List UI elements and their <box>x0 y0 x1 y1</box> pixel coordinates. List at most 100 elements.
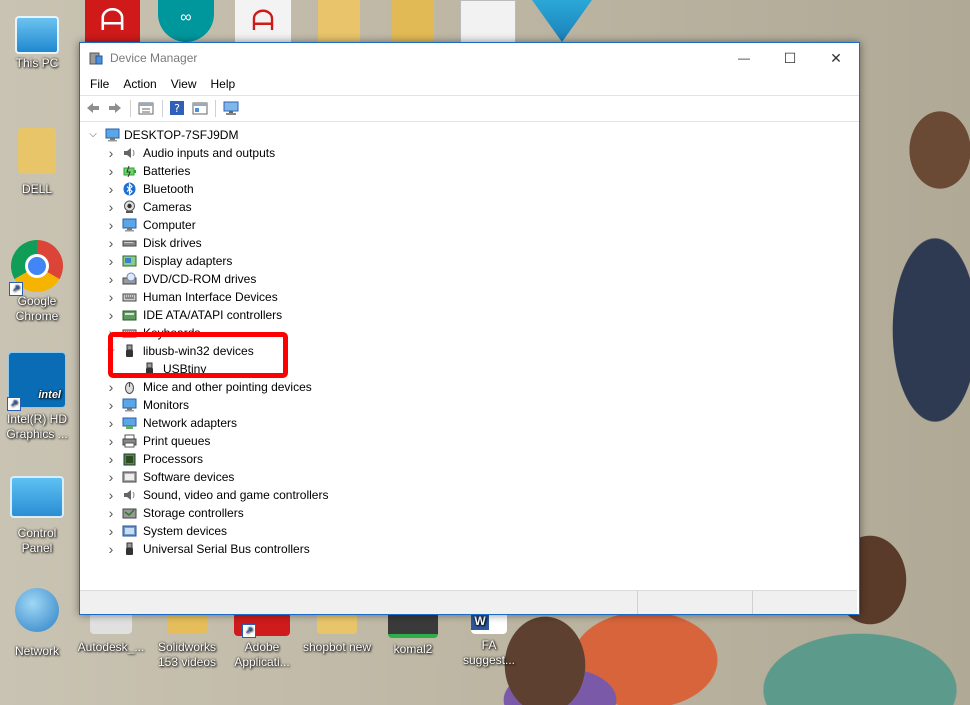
chevron-down-icon[interactable]: ⌵ <box>88 126 98 144</box>
title-bar[interactable]: Device Manager — ☐ ✕ <box>80 43 859 73</box>
tree-item-label: Batteries <box>143 164 191 178</box>
desktop-icon-label: DELL <box>21 182 53 196</box>
desktop-icon-label: Adobe Applicati... <box>234 640 290 669</box>
tree-item[interactable]: › Bluetooth <box>80 180 857 198</box>
menu-view[interactable]: View <box>164 73 204 95</box>
tree-item[interactable]: › Network adapters <box>80 414 857 432</box>
tree-item[interactable]: › Disk drives <box>80 234 857 252</box>
image-file-icon[interactable] <box>460 0 516 44</box>
desktop-icon-control-panel[interactable]: Control Panel <box>0 476 74 556</box>
maximize-button[interactable]: ☐ <box>767 43 813 73</box>
menu-file[interactable]: File <box>83 73 116 95</box>
scan-hardware-grid-icon[interactable] <box>192 100 208 116</box>
tree-item[interactable]: › Batteries <box>80 162 857 180</box>
chevron-right-icon[interactable]: › <box>106 306 116 324</box>
acrobat-icon[interactable]: ᗩ <box>85 0 140 42</box>
tree-item-label: Software devices <box>143 470 235 484</box>
desktop-icon-fa-suggest[interactable]: W FA suggest... <box>452 612 526 668</box>
properties-grid-icon[interactable] <box>138 100 154 116</box>
chevron-right-icon[interactable]: › <box>106 540 116 558</box>
shortcut-arrow-icon: ↗ <box>9 282 23 296</box>
processor-icon <box>123 453 136 466</box>
software-device-icon <box>122 471 137 483</box>
tree-item[interactable]: › Monitors <box>80 396 857 414</box>
tree-item-label: Network adapters <box>143 416 238 430</box>
minimize-button[interactable]: — <box>721 43 767 73</box>
desktop-icon-network[interactable]: Network <box>0 588 74 659</box>
tree-item[interactable]: › Storage controllers <box>80 504 857 522</box>
chevron-right-icon[interactable]: › <box>106 486 116 504</box>
tree-item[interactable]: › Processors <box>80 450 857 468</box>
network-adapter-icon <box>122 417 137 429</box>
chevron-right-icon[interactable]: › <box>106 522 116 540</box>
chevron-right-icon[interactable]: › <box>106 450 116 468</box>
chevron-right-icon[interactable]: › <box>106 144 116 162</box>
forward-arrow-icon[interactable] <box>107 100 123 116</box>
desktop-icon-autodesk[interactable]: Autodesk_... <box>74 612 148 655</box>
chevron-right-icon[interactable]: › <box>106 270 116 288</box>
tree-item-label: Display adapters <box>143 254 233 268</box>
desktop-icon-label: komal2 <box>393 642 433 656</box>
tree-item[interactable]: › IDE ATA/ATAPI controllers <box>80 306 857 324</box>
tree-item-label: System devices <box>143 524 228 538</box>
desktop-icon-solidworks-videos[interactable]: Solidworks 153 videos <box>150 612 224 670</box>
tree-item[interactable]: › Computer <box>80 216 857 234</box>
usb-plug-icon <box>126 542 133 555</box>
chevron-right-icon[interactable]: › <box>106 396 116 414</box>
tree-item[interactable]: › Cameras <box>80 198 857 216</box>
bluetooth-icon <box>123 182 136 196</box>
speaker-icon <box>124 148 135 158</box>
desktop-icon-dell[interactable]: DELL <box>0 128 74 197</box>
desktop-icon-this-pc[interactable]: This PC <box>0 12 74 71</box>
tree-item[interactable]: › System devices <box>80 522 857 540</box>
tree-item[interactable]: › Mice and other pointing devices <box>80 378 857 396</box>
monitor-scan-icon[interactable] <box>223 100 239 116</box>
tree-item[interactable]: › Display adapters <box>80 252 857 270</box>
chevron-right-icon[interactable]: › <box>106 432 116 450</box>
tree-item[interactable]: › DVD/CD-ROM drives <box>80 270 857 288</box>
menu-help[interactable]: Help <box>204 73 243 95</box>
menu-action[interactable]: Action <box>116 73 163 95</box>
chevron-right-icon[interactable]: › <box>106 180 116 198</box>
mouse-icon <box>125 382 134 394</box>
tree-item[interactable]: › Human Interface Devices <box>80 288 857 306</box>
chevron-right-icon[interactable]: › <box>106 198 116 216</box>
tree-item[interactable]: › Universal Serial Bus controllers <box>80 540 857 558</box>
tree-item[interactable]: › Sound, video and game controllers <box>80 486 857 504</box>
pdf-file-icon[interactable]: ᗩ <box>235 0 291 42</box>
chevron-right-icon[interactable]: › <box>106 414 116 432</box>
folder-icon[interactable] <box>392 0 434 42</box>
red-highlight-box <box>108 332 288 378</box>
desktop-icon-google-chrome[interactable]: ↗ Google Chrome <box>0 240 74 324</box>
chevron-right-icon[interactable]: › <box>106 162 116 180</box>
arduino-icon[interactable]: ∞ <box>158 0 214 42</box>
tree-item-label: Computer <box>143 218 196 232</box>
help-icon[interactable]: ? <box>169 100 185 116</box>
ide-controller-icon <box>122 310 137 321</box>
tree-root[interactable]: ⌵ DESKTOP-7SFJ9DM <box>80 126 857 144</box>
desktop-icon-komal2[interactable]: komal2 <box>376 612 450 657</box>
tree-item[interactable]: › Print queues <box>80 432 857 450</box>
chevron-right-icon[interactable]: › <box>106 468 116 486</box>
chevron-right-icon[interactable]: › <box>106 288 116 306</box>
desktop-icon-shopbot-new[interactable]: shopbot new <box>300 612 374 655</box>
tree-item[interactable]: › Software devices <box>80 468 857 486</box>
back-arrow-icon[interactable] <box>85 100 101 116</box>
tree-item[interactable]: › Audio inputs and outputs <box>80 144 857 162</box>
toolbar-separator <box>215 100 216 117</box>
chevron-right-icon[interactable]: › <box>106 216 116 234</box>
chrome-icon: ↗ <box>9 240 63 296</box>
close-button[interactable]: ✕ <box>813 43 859 73</box>
device-manager-app-icon <box>89 52 103 65</box>
chevron-right-icon[interactable]: › <box>106 234 116 252</box>
chevron-right-icon[interactable]: › <box>106 252 116 270</box>
chevron-right-icon[interactable]: › <box>106 378 116 396</box>
control-panel-icon <box>10 476 64 518</box>
user-folder-icon <box>18 128 56 174</box>
folder-icon[interactable] <box>318 0 360 42</box>
desktop-icon-adobe-applications[interactable]: ↗ Adobe Applicati... <box>225 612 299 670</box>
storage-controller-icon <box>122 508 137 519</box>
chevron-right-icon[interactable]: › <box>106 504 116 522</box>
desktop-icon-label: Intel(R) HD Graphics ... <box>6 412 68 441</box>
desktop-icon-intel-graphics[interactable]: intel ↗ Intel(R) HD Graphics ... <box>0 352 74 442</box>
